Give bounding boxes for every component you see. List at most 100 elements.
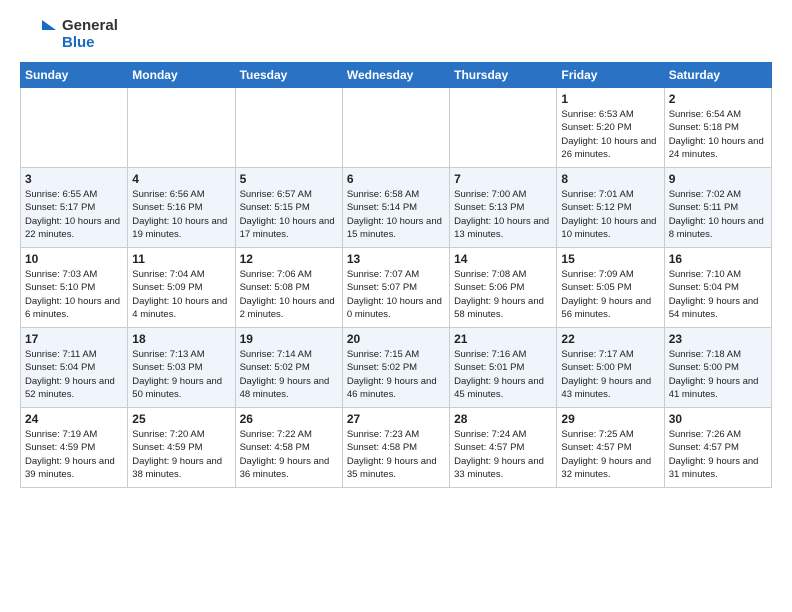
day-number: 26 — [240, 412, 338, 426]
logo-blue-text: Blue — [62, 34, 118, 51]
logo: GeneralBlue — [20, 16, 118, 52]
calendar-cell — [342, 88, 449, 168]
week-row-1: 1 Sunrise: 6:53 AM Sunset: 5:20 PM Daylig… — [21, 88, 772, 168]
calendar-cell: 8Sunrise: 7:01 AM Sunset: 5:12 PM Daylig… — [557, 168, 664, 248]
calendar-cell: 24 Sunrise: 7:19 AM Sunset: 4:59 PM Dayli… — [21, 408, 128, 488]
calendar-table: SundayMondayTuesdayWednesdayThursdayFrid… — [20, 62, 772, 488]
day-number: 30 — [669, 412, 767, 426]
day-info: Sunrise: 7:16 AM Sunset: 5:01 PM Dayligh… — [454, 348, 552, 401]
day-number: 15 — [561, 252, 659, 266]
week-row-4: 17 Sunrise: 7:11 AM Sunset: 5:04 PM Dayli… — [21, 328, 772, 408]
day-number: 24 — [25, 412, 123, 426]
day-info: Sunrise: 7:04 AM Sunset: 5:09 PM Dayligh… — [132, 268, 230, 321]
weekday-header-saturday: Saturday — [664, 63, 771, 88]
day-info: Sunrise: 7:15 AM Sunset: 5:02 PM Dayligh… — [347, 348, 445, 401]
calendar-cell — [450, 88, 557, 168]
day-number: 7 — [454, 172, 552, 186]
page: GeneralBlue SundayMondayTuesdayWednesday… — [0, 0, 792, 612]
day-number: 19 — [240, 332, 338, 346]
calendar-cell: 11 Sunrise: 7:04 AM Sunset: 5:09 PM Dayli… — [128, 248, 235, 328]
calendar-cell: 28 Sunrise: 7:24 AM Sunset: 4:57 PM Dayli… — [450, 408, 557, 488]
day-number: 1 — [561, 92, 659, 106]
calendar-cell: 29Sunrise: 7:25 AM Sunset: 4:57 PM Dayli… — [557, 408, 664, 488]
day-number: 3 — [25, 172, 123, 186]
day-info: Sunrise: 6:56 AM Sunset: 5:16 PM Dayligh… — [132, 188, 230, 241]
day-number: 23 — [669, 332, 767, 346]
day-info: Sunrise: 7:01 AM Sunset: 5:12 PM Dayligh… — [561, 188, 659, 241]
day-number: 10 — [25, 252, 123, 266]
day-info: Sunrise: 6:55 AM Sunset: 5:17 PM Dayligh… — [25, 188, 123, 241]
logo-svg-icon — [20, 16, 56, 52]
weekday-header-tuesday: Tuesday — [235, 63, 342, 88]
calendar-cell: 19Sunrise: 7:14 AM Sunset: 5:02 PM Dayli… — [235, 328, 342, 408]
day-info: Sunrise: 7:25 AM Sunset: 4:57 PM Dayligh… — [561, 428, 659, 481]
day-info: Sunrise: 6:57 AM Sunset: 5:15 PM Dayligh… — [240, 188, 338, 241]
day-info: Sunrise: 7:09 AM Sunset: 5:05 PM Dayligh… — [561, 268, 659, 321]
day-number: 11 — [132, 252, 230, 266]
weekday-header-thursday: Thursday — [450, 63, 557, 88]
day-number: 16 — [669, 252, 767, 266]
weekday-header-row: SundayMondayTuesdayWednesdayThursdayFrid… — [21, 63, 772, 88]
week-row-5: 24 Sunrise: 7:19 AM Sunset: 4:59 PM Dayli… — [21, 408, 772, 488]
calendar-cell: 12 Sunrise: 7:06 AM Sunset: 5:08 PM Dayli… — [235, 248, 342, 328]
day-info: Sunrise: 7:26 AM Sunset: 4:57 PM Dayligh… — [669, 428, 767, 481]
calendar-cell: 20Sunrise: 7:15 AM Sunset: 5:02 PM Dayli… — [342, 328, 449, 408]
day-info: Sunrise: 7:20 AM Sunset: 4:59 PM Dayligh… — [132, 428, 230, 481]
day-info: Sunrise: 6:58 AM Sunset: 5:14 PM Dayligh… — [347, 188, 445, 241]
calendar-cell: 16 Sunrise: 7:10 AM Sunset: 5:04 PM Dayli… — [664, 248, 771, 328]
day-info: Sunrise: 7:00 AM Sunset: 5:13 PM Dayligh… — [454, 188, 552, 241]
calendar-cell: 27 Sunrise: 7:23 AM Sunset: 4:58 PM Dayli… — [342, 408, 449, 488]
calendar-cell: 2 Sunrise: 6:54 AM Sunset: 5:18 PM Daylig… — [664, 88, 771, 168]
calendar-cell: 25 Sunrise: 7:20 AM Sunset: 4:59 PM Dayli… — [128, 408, 235, 488]
calendar-cell: 30 Sunrise: 7:26 AM Sunset: 4:57 PM Dayli… — [664, 408, 771, 488]
calendar-cell: 13Sunrise: 7:07 AM Sunset: 5:07 PM Dayli… — [342, 248, 449, 328]
day-number: 27 — [347, 412, 445, 426]
day-number: 28 — [454, 412, 552, 426]
day-number: 12 — [240, 252, 338, 266]
calendar-cell — [235, 88, 342, 168]
week-row-2: 3 Sunrise: 6:55 AM Sunset: 5:17 PM Daylig… — [21, 168, 772, 248]
calendar-cell: 9 Sunrise: 7:02 AM Sunset: 5:11 PM Daylig… — [664, 168, 771, 248]
day-info: Sunrise: 7:22 AM Sunset: 4:58 PM Dayligh… — [240, 428, 338, 481]
calendar-cell: 26 Sunrise: 7:22 AM Sunset: 4:58 PM Dayli… — [235, 408, 342, 488]
calendar-cell: 22 Sunrise: 7:17 AM Sunset: 5:00 PM Dayli… — [557, 328, 664, 408]
day-info: Sunrise: 7:07 AM Sunset: 5:07 PM Dayligh… — [347, 268, 445, 321]
day-info: Sunrise: 7:13 AM Sunset: 5:03 PM Dayligh… — [132, 348, 230, 401]
day-info: Sunrise: 6:54 AM Sunset: 5:18 PM Dayligh… — [669, 108, 767, 161]
day-number: 4 — [132, 172, 230, 186]
day-info: Sunrise: 7:19 AM Sunset: 4:59 PM Dayligh… — [25, 428, 123, 481]
day-info: Sunrise: 7:06 AM Sunset: 5:08 PM Dayligh… — [240, 268, 338, 321]
day-number: 18 — [132, 332, 230, 346]
calendar-cell: 23 Sunrise: 7:18 AM Sunset: 5:00 PM Dayli… — [664, 328, 771, 408]
calendar-cell: 1 Sunrise: 6:53 AM Sunset: 5:20 PM Daylig… — [557, 88, 664, 168]
day-number: 2 — [669, 92, 767, 106]
calendar-cell: 6Sunrise: 6:58 AM Sunset: 5:14 PM Daylig… — [342, 168, 449, 248]
day-number: 22 — [561, 332, 659, 346]
day-number: 17 — [25, 332, 123, 346]
calendar-cell: 4 Sunrise: 6:56 AM Sunset: 5:16 PM Daylig… — [128, 168, 235, 248]
calendar-cell — [128, 88, 235, 168]
week-row-3: 10Sunrise: 7:03 AM Sunset: 5:10 PM Dayli… — [21, 248, 772, 328]
day-info: Sunrise: 7:17 AM Sunset: 5:00 PM Dayligh… — [561, 348, 659, 401]
day-info: Sunrise: 7:23 AM Sunset: 4:58 PM Dayligh… — [347, 428, 445, 481]
day-info: Sunrise: 7:24 AM Sunset: 4:57 PM Dayligh… — [454, 428, 552, 481]
weekday-header-wednesday: Wednesday — [342, 63, 449, 88]
day-number: 14 — [454, 252, 552, 266]
day-number: 9 — [669, 172, 767, 186]
day-info: Sunrise: 6:53 AM Sunset: 5:20 PM Dayligh… — [561, 108, 659, 161]
day-number: 25 — [132, 412, 230, 426]
day-number: 21 — [454, 332, 552, 346]
weekday-header-sunday: Sunday — [21, 63, 128, 88]
calendar-cell: 10Sunrise: 7:03 AM Sunset: 5:10 PM Dayli… — [21, 248, 128, 328]
calendar-cell: 3 Sunrise: 6:55 AM Sunset: 5:17 PM Daylig… — [21, 168, 128, 248]
day-info: Sunrise: 7:10 AM Sunset: 5:04 PM Dayligh… — [669, 268, 767, 321]
calendar-cell — [21, 88, 128, 168]
day-info: Sunrise: 7:11 AM Sunset: 5:04 PM Dayligh… — [25, 348, 123, 401]
day-info: Sunrise: 7:02 AM Sunset: 5:11 PM Dayligh… — [669, 188, 767, 241]
day-info: Sunrise: 7:08 AM Sunset: 5:06 PM Dayligh… — [454, 268, 552, 321]
day-info: Sunrise: 7:18 AM Sunset: 5:00 PM Dayligh… — [669, 348, 767, 401]
logo-general-text: General — [62, 17, 118, 34]
calendar-cell: 5Sunrise: 6:57 AM Sunset: 5:15 PM Daylig… — [235, 168, 342, 248]
calendar-cell: 21 Sunrise: 7:16 AM Sunset: 5:01 PM Dayli… — [450, 328, 557, 408]
calendar-cell: 17 Sunrise: 7:11 AM Sunset: 5:04 PM Dayli… — [21, 328, 128, 408]
